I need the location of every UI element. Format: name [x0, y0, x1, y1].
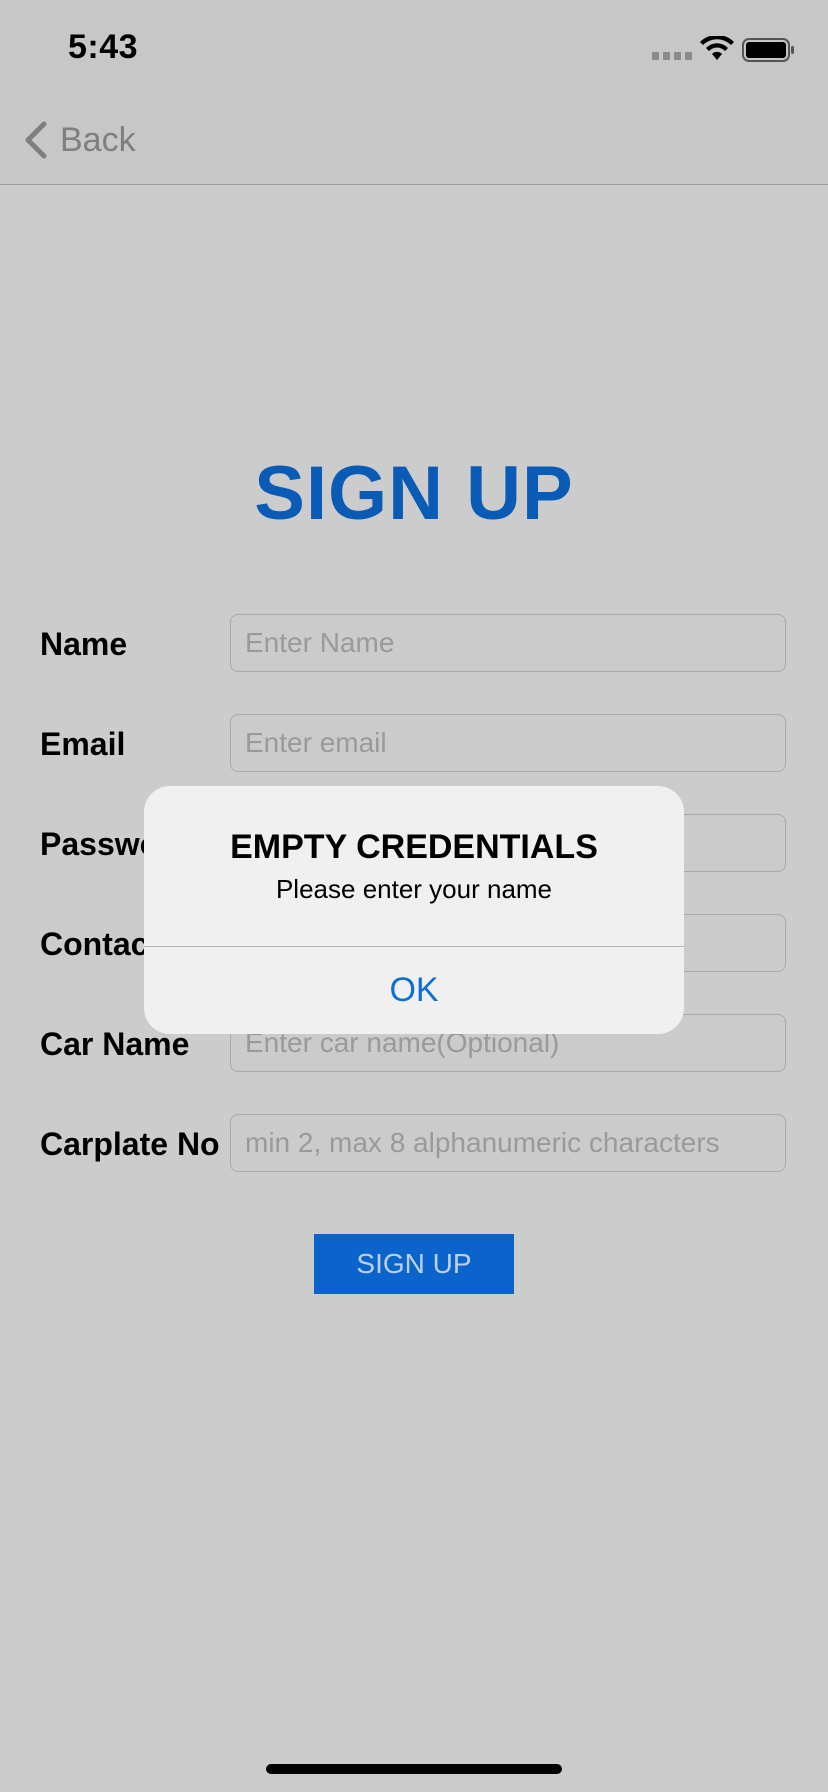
form-row-carplate: Carplate No — [0, 1114, 828, 1174]
form-row-name: Name — [0, 614, 828, 674]
alert-title: EMPTY CREDENTIALS — [230, 828, 598, 866]
navigation-bar: Back — [0, 96, 828, 185]
status-time: 5:43 — [68, 28, 139, 66]
cellular-signal-icon — [652, 52, 692, 60]
alert-message: Please enter your name — [275, 874, 553, 904]
chevron-left-icon — [25, 121, 47, 159]
form-row-email: Email — [0, 714, 828, 774]
contact-label: Contact — [40, 926, 160, 962]
name-input[interactable] — [230, 614, 786, 672]
back-button[interactable]: Back — [22, 116, 136, 164]
status-bar: 5:43 — [0, 0, 828, 96]
signup-button[interactable]: SIGN UP — [314, 1234, 514, 1294]
carplate-input[interactable] — [230, 1114, 786, 1172]
email-input[interactable] — [230, 714, 786, 772]
battery-icon — [742, 38, 794, 62]
wifi-icon — [700, 36, 734, 60]
alert-dialog: EMPTY CREDENTIALS Please enter your name… — [144, 786, 684, 1034]
email-label: Email — [40, 726, 126, 762]
alert-ok-button[interactable]: OK — [144, 947, 684, 1034]
name-label: Name — [40, 626, 128, 662]
carplate-label: Carplate No — [40, 1126, 220, 1162]
back-label: Back — [60, 120, 136, 159]
home-indicator[interactable] — [266, 1764, 562, 1774]
page-title: SIGN UP — [254, 451, 574, 536]
